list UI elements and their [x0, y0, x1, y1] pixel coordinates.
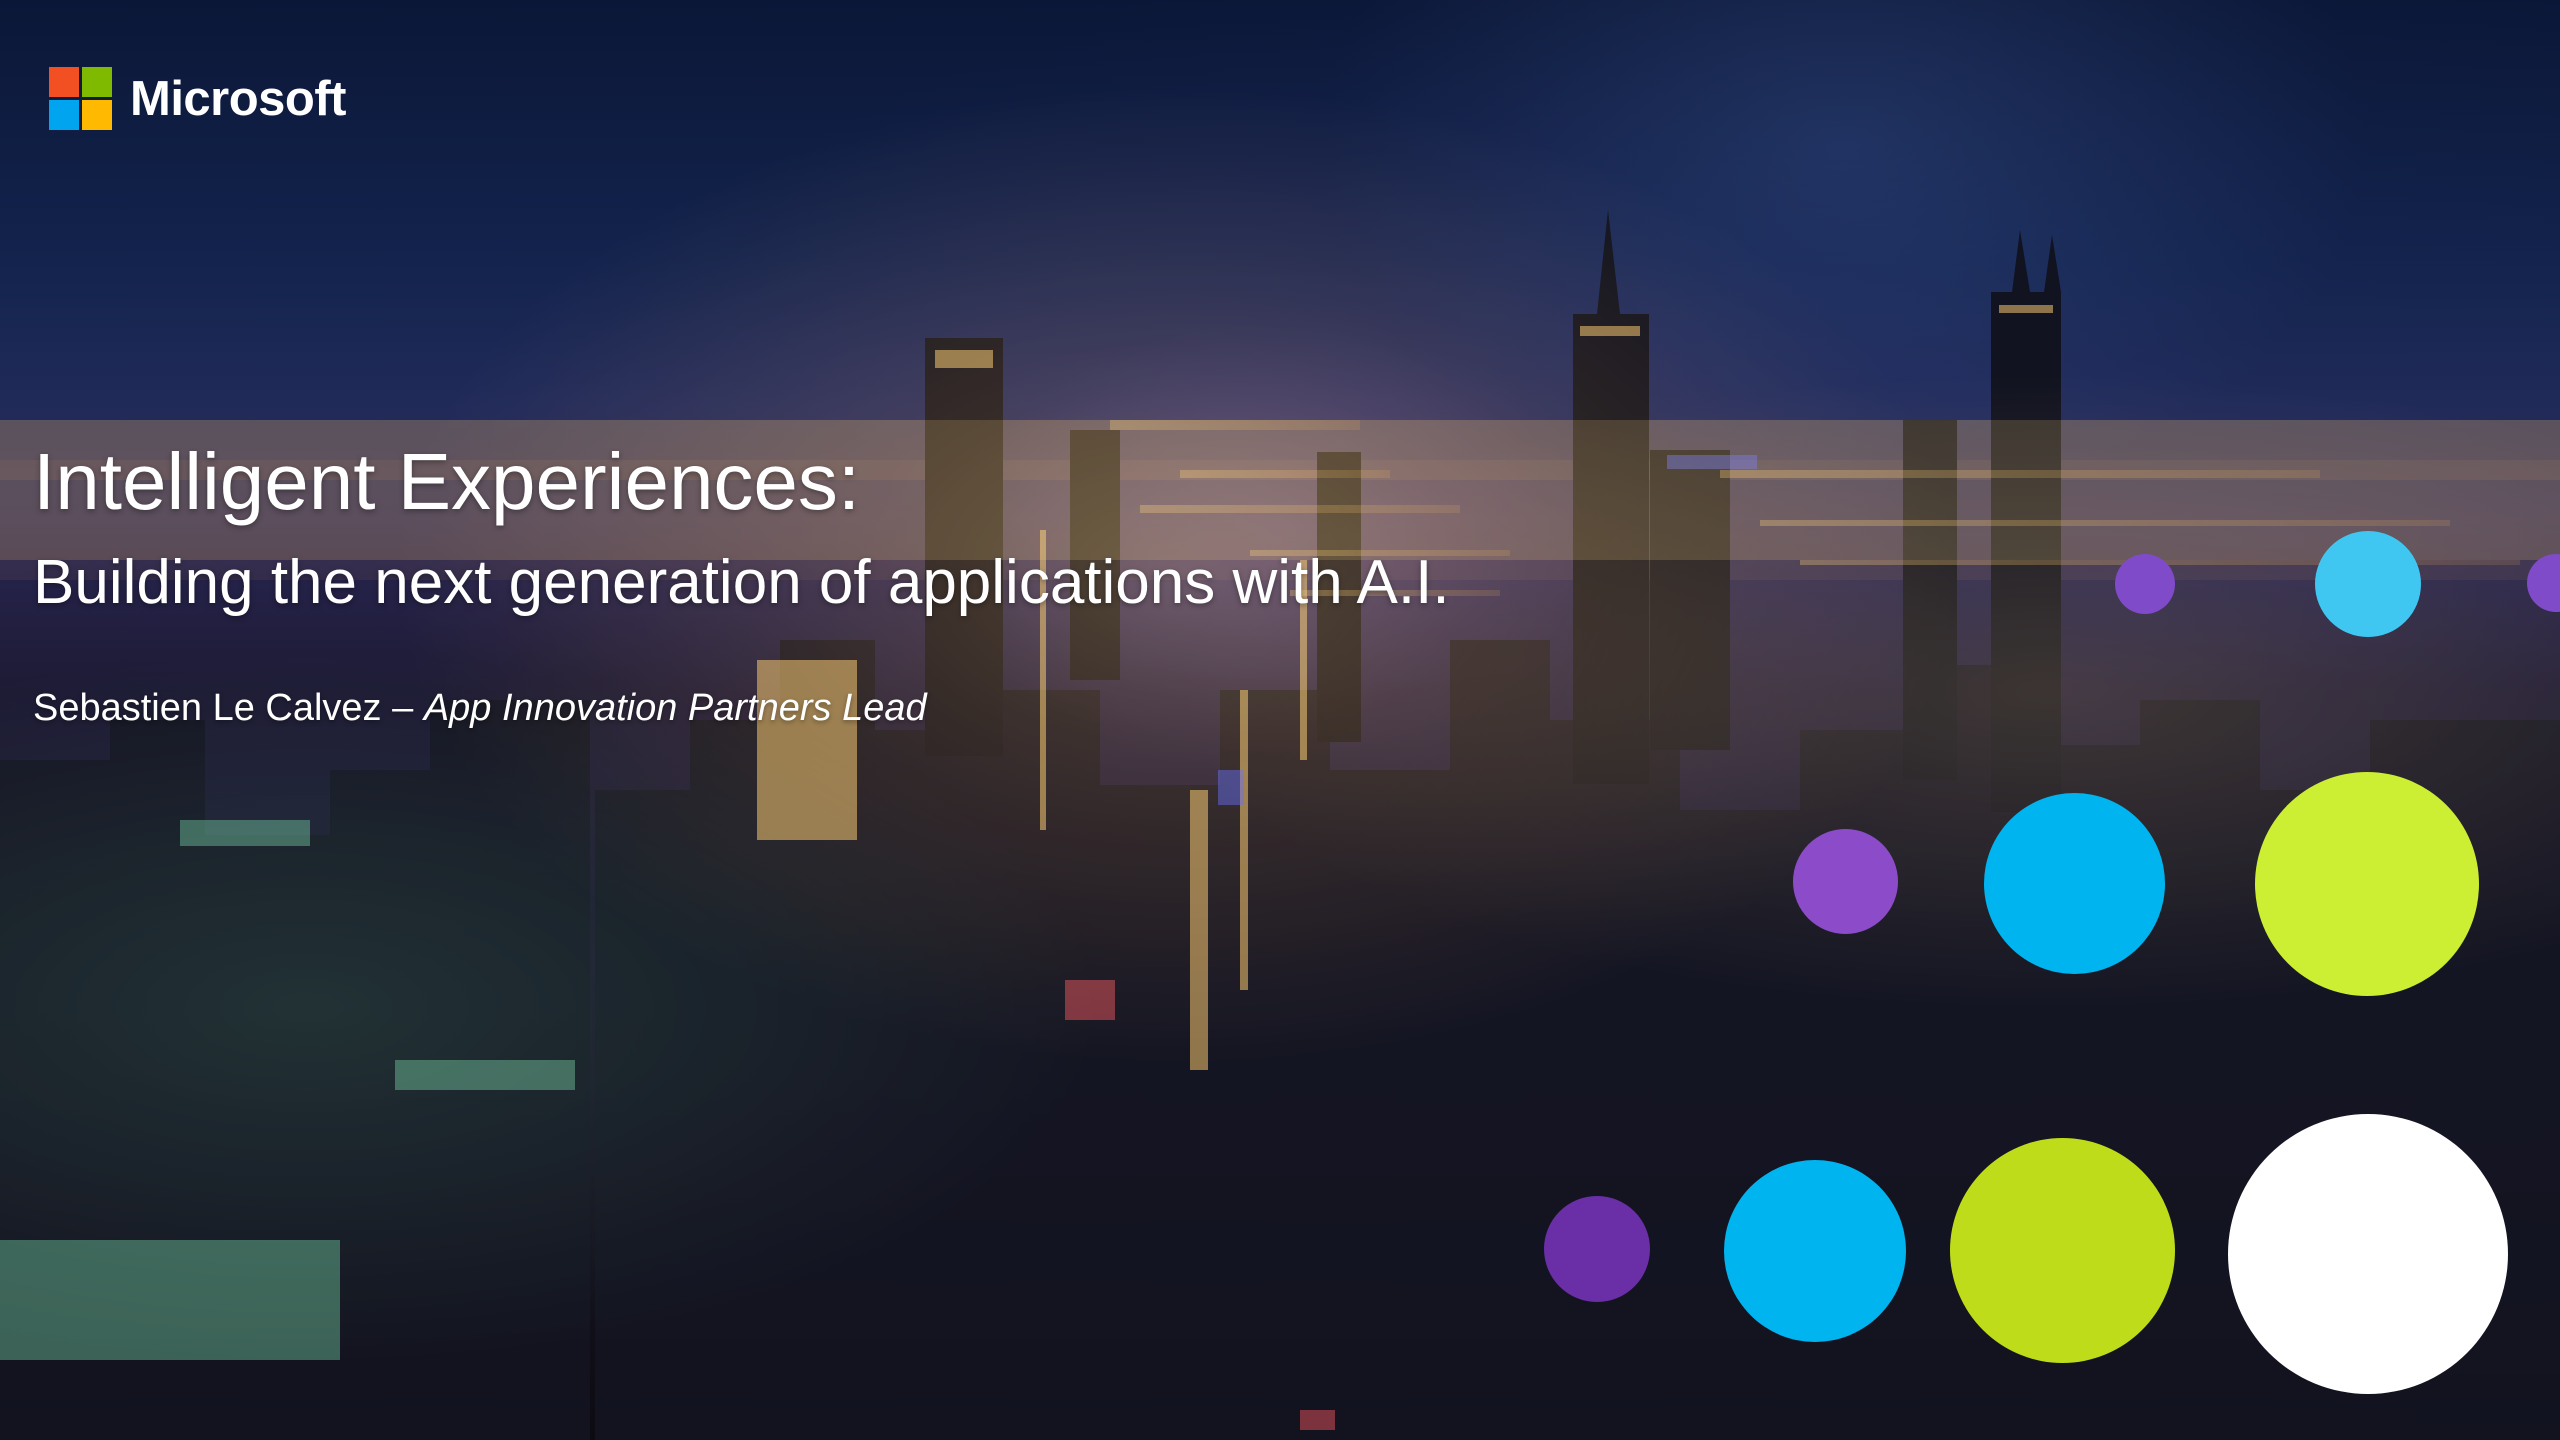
decor-circle-cyan-bottom: [1724, 1160, 1906, 1342]
decor-circle-cyan-middle: [1984, 793, 2165, 974]
presenter-separator: –: [392, 687, 414, 729]
presentation-slide: Microsoft Intelligent Experiences: Build…: [0, 0, 2560, 1440]
microsoft-wordmark: Microsoft: [130, 71, 347, 126]
slide-title: Intelligent Experiences:: [33, 437, 861, 526]
decor-circle-cyan-small-top: [2315, 531, 2421, 637]
presenter-line: Sebastien Le Calvez – App Innovation Par…: [33, 689, 927, 727]
logo-square-blue: [49, 100, 79, 130]
slide-subtitle: Building the next generation of applicat…: [33, 548, 1450, 617]
decor-circle-purple-middle: [1793, 829, 1898, 934]
presenter-role: App Innovation Partners Lead: [423, 687, 927, 729]
decor-circle-lime-bottom: [1950, 1138, 2175, 1363]
logo-square-red: [49, 67, 79, 97]
logo-square-yellow: [82, 100, 112, 130]
decor-circle-purple-small-top: [2115, 554, 2175, 614]
microsoft-logo-icon: [49, 67, 112, 130]
presenter-name: Sebastien Le Calvez: [33, 687, 382, 729]
logo-square-green: [82, 67, 112, 97]
decor-circle-white-bottom: [2228, 1114, 2508, 1394]
decor-circle-purple-bottom: [1544, 1196, 1650, 1302]
decor-circle-lime-middle: [2255, 772, 2479, 996]
microsoft-logo: Microsoft: [49, 67, 347, 130]
